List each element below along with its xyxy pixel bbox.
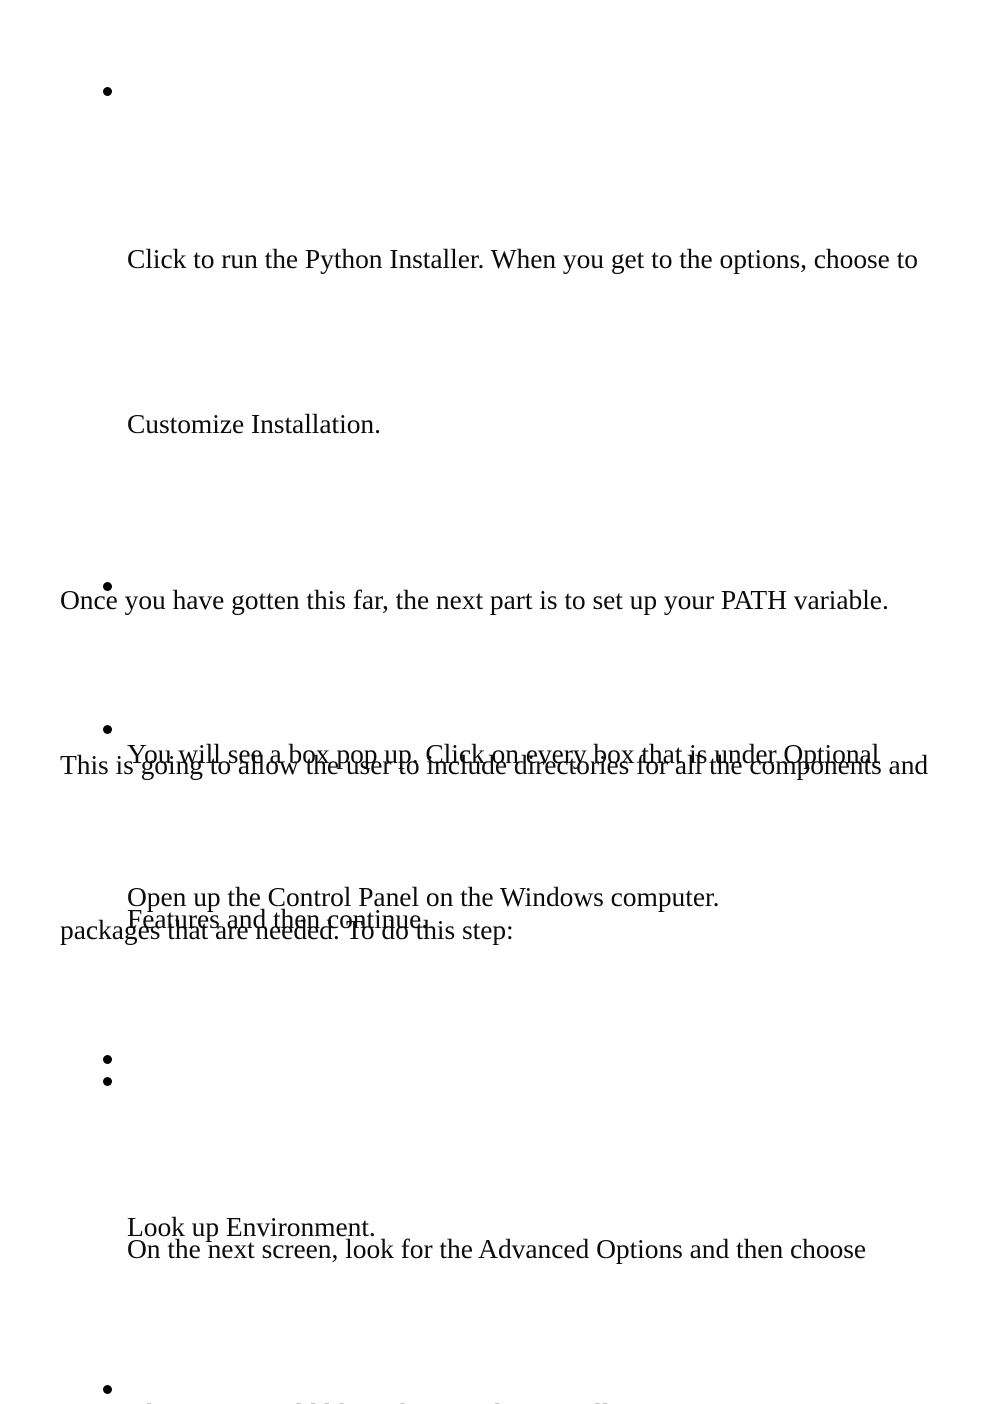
list-item-line: Look up Environment. xyxy=(127,1211,376,1242)
document-page: Click to run the Python Installer. When … xyxy=(0,0,993,1404)
filled-bullet-icon xyxy=(103,87,112,96)
list-item: Open up the Control Panel on the Windows… xyxy=(0,704,993,1034)
list-item: Under System Environment Variable, click… xyxy=(0,1364,993,1404)
list-item: Look up Environment. xyxy=(0,1034,993,1364)
filled-bullet-icon xyxy=(103,725,112,734)
list-item-line: Click to run the Python Installer. When … xyxy=(127,243,918,274)
filled-bullet-icon xyxy=(103,1385,112,1394)
list-item-line: Customize Installation. xyxy=(127,408,381,439)
filled-bullet-icon xyxy=(103,1055,112,1064)
paragraph-line: Once you have gotten this far, the next … xyxy=(60,584,889,615)
list-item-line: Open up the Control Panel on the Windows… xyxy=(127,881,720,912)
instruction-list-two: Open up the Control Panel on the Windows… xyxy=(0,704,993,1404)
